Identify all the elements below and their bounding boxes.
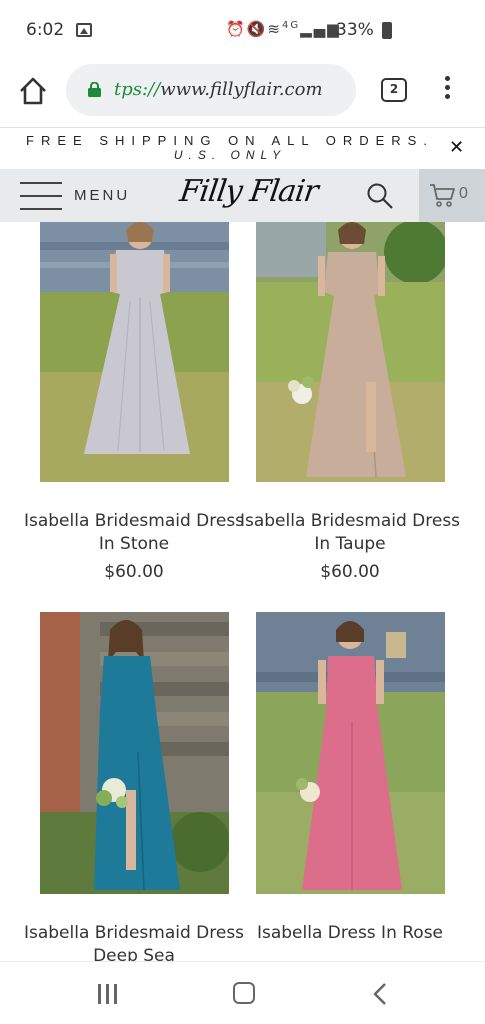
product-image-rose[interactable] [256,612,445,894]
cart-icon [430,184,455,207]
product-name-taupe[interactable]: Isabella Bridesmaid Dress In Taupe [235,510,465,556]
site-header: MENU Filly Flair 0 [0,169,485,222]
status-bar: 6:02 ⏰🔇≋4G▂▄▆ 33% [0,0,485,62]
promo-text-line1: FREE SHIPPING ON ALL ORDERS. [26,133,434,148]
menu-label[interactable]: MENU [74,187,130,204]
signal-icon: ▂▄▆ [300,20,341,38]
hamburger-menu-icon[interactable] [20,182,62,210]
home-icon[interactable] [18,76,48,106]
product-name-stone[interactable]: Isabella Bridesmaid Dress In Stone [19,510,249,556]
alarm-icon: ⏰ [226,20,247,38]
product-price-stone: $60.00 [104,562,164,582]
product-image-deep-sea[interactable] [40,612,229,894]
system-navigation-bar [0,961,485,1024]
more-options-icon[interactable] [440,76,454,106]
search-icon[interactable] [366,182,394,210]
lock-icon [88,82,101,97]
address-bar[interactable]: tps://www.fillyflair.com [66,64,356,116]
product-image-taupe[interactable] [256,222,445,482]
url-text: tps://www.fillyflair.com [114,79,323,100]
wifi-icon: ≋ [267,20,282,38]
mute-icon: 🔇 [246,20,268,38]
url-scheme: tps:// [114,79,161,100]
status-time: 6:02 [26,20,65,40]
network-type: 4G [281,20,301,31]
tab-switcher-button[interactable]: 2 [381,78,407,102]
back-icon[interactable] [371,982,391,1006]
home-nav-icon[interactable] [233,982,255,1004]
close-banner-icon[interactable]: ✕ [449,139,464,157]
product-image-stone[interactable] [40,222,229,482]
cart-button[interactable]: 0 [419,169,485,222]
product-price-taupe: $60.00 [320,562,380,582]
cart-count: 0 [459,185,468,202]
battery-percentage: 33% [336,20,374,40]
url-host: www.fillyflair.com [160,79,323,100]
gallery-notification-icon [76,23,92,37]
battery-icon [382,22,392,39]
status-icons: ⏰🔇≋4G▂▄▆ [226,20,341,38]
recent-apps-icon[interactable] [98,984,120,1004]
promo-banner: FREE SHIPPING ON ALL ORDERS. U.S. ONLY ✕ [0,129,485,169]
promo-text-line2: U.S. ONLY [173,148,287,162]
site-logo[interactable]: Filly Flair [178,174,320,209]
product-name-rose[interactable]: Isabella Dress In Rose [235,922,465,945]
browser-toolbar: tps://www.fillyflair.com 2 [0,62,485,128]
